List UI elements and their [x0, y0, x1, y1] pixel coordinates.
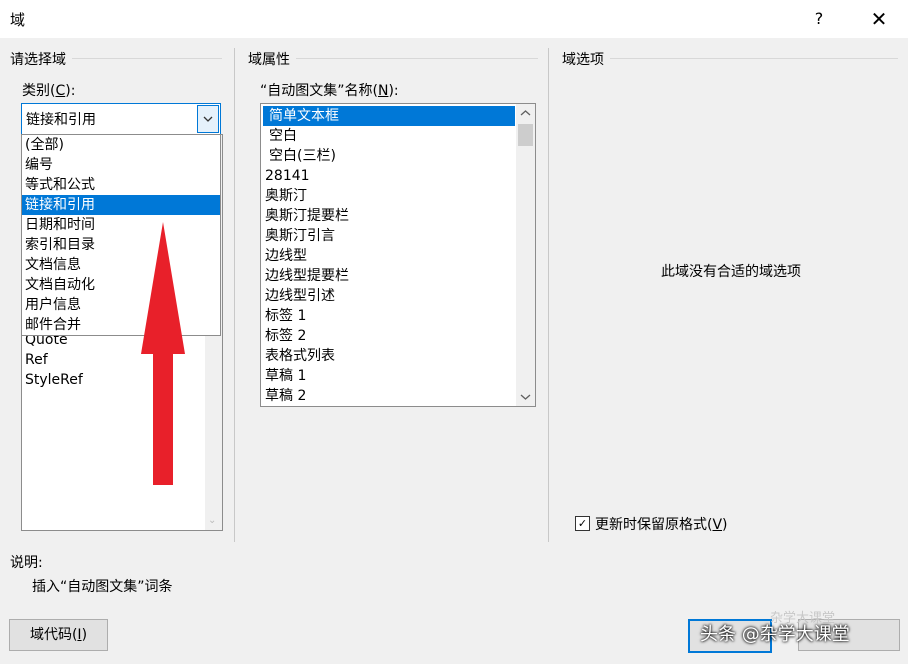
dropdown-option[interactable]: 用户信息 [22, 295, 220, 315]
dropdown-option[interactable]: 文档自动化 [22, 275, 220, 295]
dropdown-option[interactable]: 文档信息 [22, 255, 220, 275]
autotext-scrollbar[interactable] [516, 104, 535, 406]
watermark-text: 头条 @杂学大课堂 [700, 624, 850, 645]
dialog-title: 域 [10, 11, 26, 29]
red-arrow-icon [141, 222, 185, 485]
scroll-thumb[interactable] [518, 124, 533, 146]
list-item[interactable]: 标签 2 [263, 326, 515, 346]
list-item[interactable]: 草稿 2 [263, 386, 515, 406]
dropdown-option[interactable]: (全部) [22, 135, 220, 155]
dropdown-option[interactable]: 日期和时间 [22, 215, 220, 235]
dropdown-option[interactable]: 等式和公式 [22, 175, 220, 195]
list-item[interactable]: 空白(三栏) [263, 146, 515, 166]
list-item[interactable]: 边线型 [263, 246, 515, 266]
list-item[interactable]: Ref [22, 350, 48, 370]
dropdown-option[interactable]: 编号 [22, 155, 220, 175]
close-button[interactable]: ✕ [864, 6, 894, 32]
autotext-items: 简单文本框 空白 空白(三栏) 28141 奥斯汀 奥斯汀提要栏 奥斯汀引言 边… [263, 106, 515, 406]
no-options-text: 此域没有合适的域选项 [661, 264, 801, 280]
dropdown-option-selected[interactable]: 链接和引用 [22, 195, 220, 215]
scroll-up-icon[interactable] [516, 106, 535, 120]
autotext-list[interactable]: 简单文本框 空白 空白(三栏) 28141 奥斯汀 奥斯汀提要栏 奥斯汀引言 边… [260, 103, 536, 407]
divider-left [234, 48, 235, 542]
preserve-format-label[interactable]: 更新时保留原格式(V) [595, 514, 728, 534]
category-label: 类别(C): [22, 83, 76, 99]
scroll-down-icon[interactable]: ⌄ [208, 515, 216, 526]
list-item[interactable]: 奥斯汀 [263, 186, 515, 206]
dropdown-option[interactable]: 邮件合并 [22, 315, 220, 335]
left-group-title: 请选择域 [10, 49, 72, 69]
list-item[interactable]: 28141 [263, 166, 515, 186]
field-codes-button[interactable]: 域代码(I) [9, 619, 108, 651]
title-bar [0, 0, 908, 38]
list-item[interactable]: 奥斯汀引言 [263, 226, 515, 246]
list-item[interactable]: 边线型引述 [263, 286, 515, 306]
list-item-selected[interactable]: 简单文本框 [263, 106, 515, 126]
middle-group-title: 域属性 [248, 49, 296, 69]
chevron-down-icon [203, 116, 213, 122]
category-dropdown[interactable]: (全部) 编号 等式和公式 链接和引用 日期和时间 索引和目录 文档信息 文档自… [21, 134, 221, 336]
list-item[interactable]: 奥斯汀提要栏 [263, 206, 515, 226]
scroll-down-icon[interactable] [516, 390, 535, 404]
dropdown-option[interactable]: 索引和目录 [22, 235, 220, 255]
combo-dropdown-button[interactable] [197, 105, 219, 133]
list-item[interactable]: 标签 1 [263, 306, 515, 326]
right-group-title: 域选项 [562, 49, 610, 69]
list-item[interactable]: 表格式列表 [263, 346, 515, 366]
list-item[interactable]: StyleRef [22, 370, 83, 390]
autotext-label: “自动图文集”名称(N): [260, 83, 399, 99]
category-combo-value: 链接和引用 [26, 112, 96, 128]
help-button[interactable]: ? [804, 6, 834, 32]
list-item[interactable]: 边线型提要栏 [263, 266, 515, 286]
description-label: 说明: [10, 555, 43, 571]
category-combo[interactable]: 链接和引用 [21, 103, 221, 135]
preserve-format-checkbox[interactable]: ✓ [575, 516, 590, 531]
description-text: 插入“自动图文集”词条 [32, 579, 173, 595]
divider-right [548, 48, 549, 542]
right-group-line [562, 58, 898, 59]
list-item[interactable]: 草稿 1 [263, 366, 515, 386]
list-item[interactable]: 空白 [263, 126, 515, 146]
